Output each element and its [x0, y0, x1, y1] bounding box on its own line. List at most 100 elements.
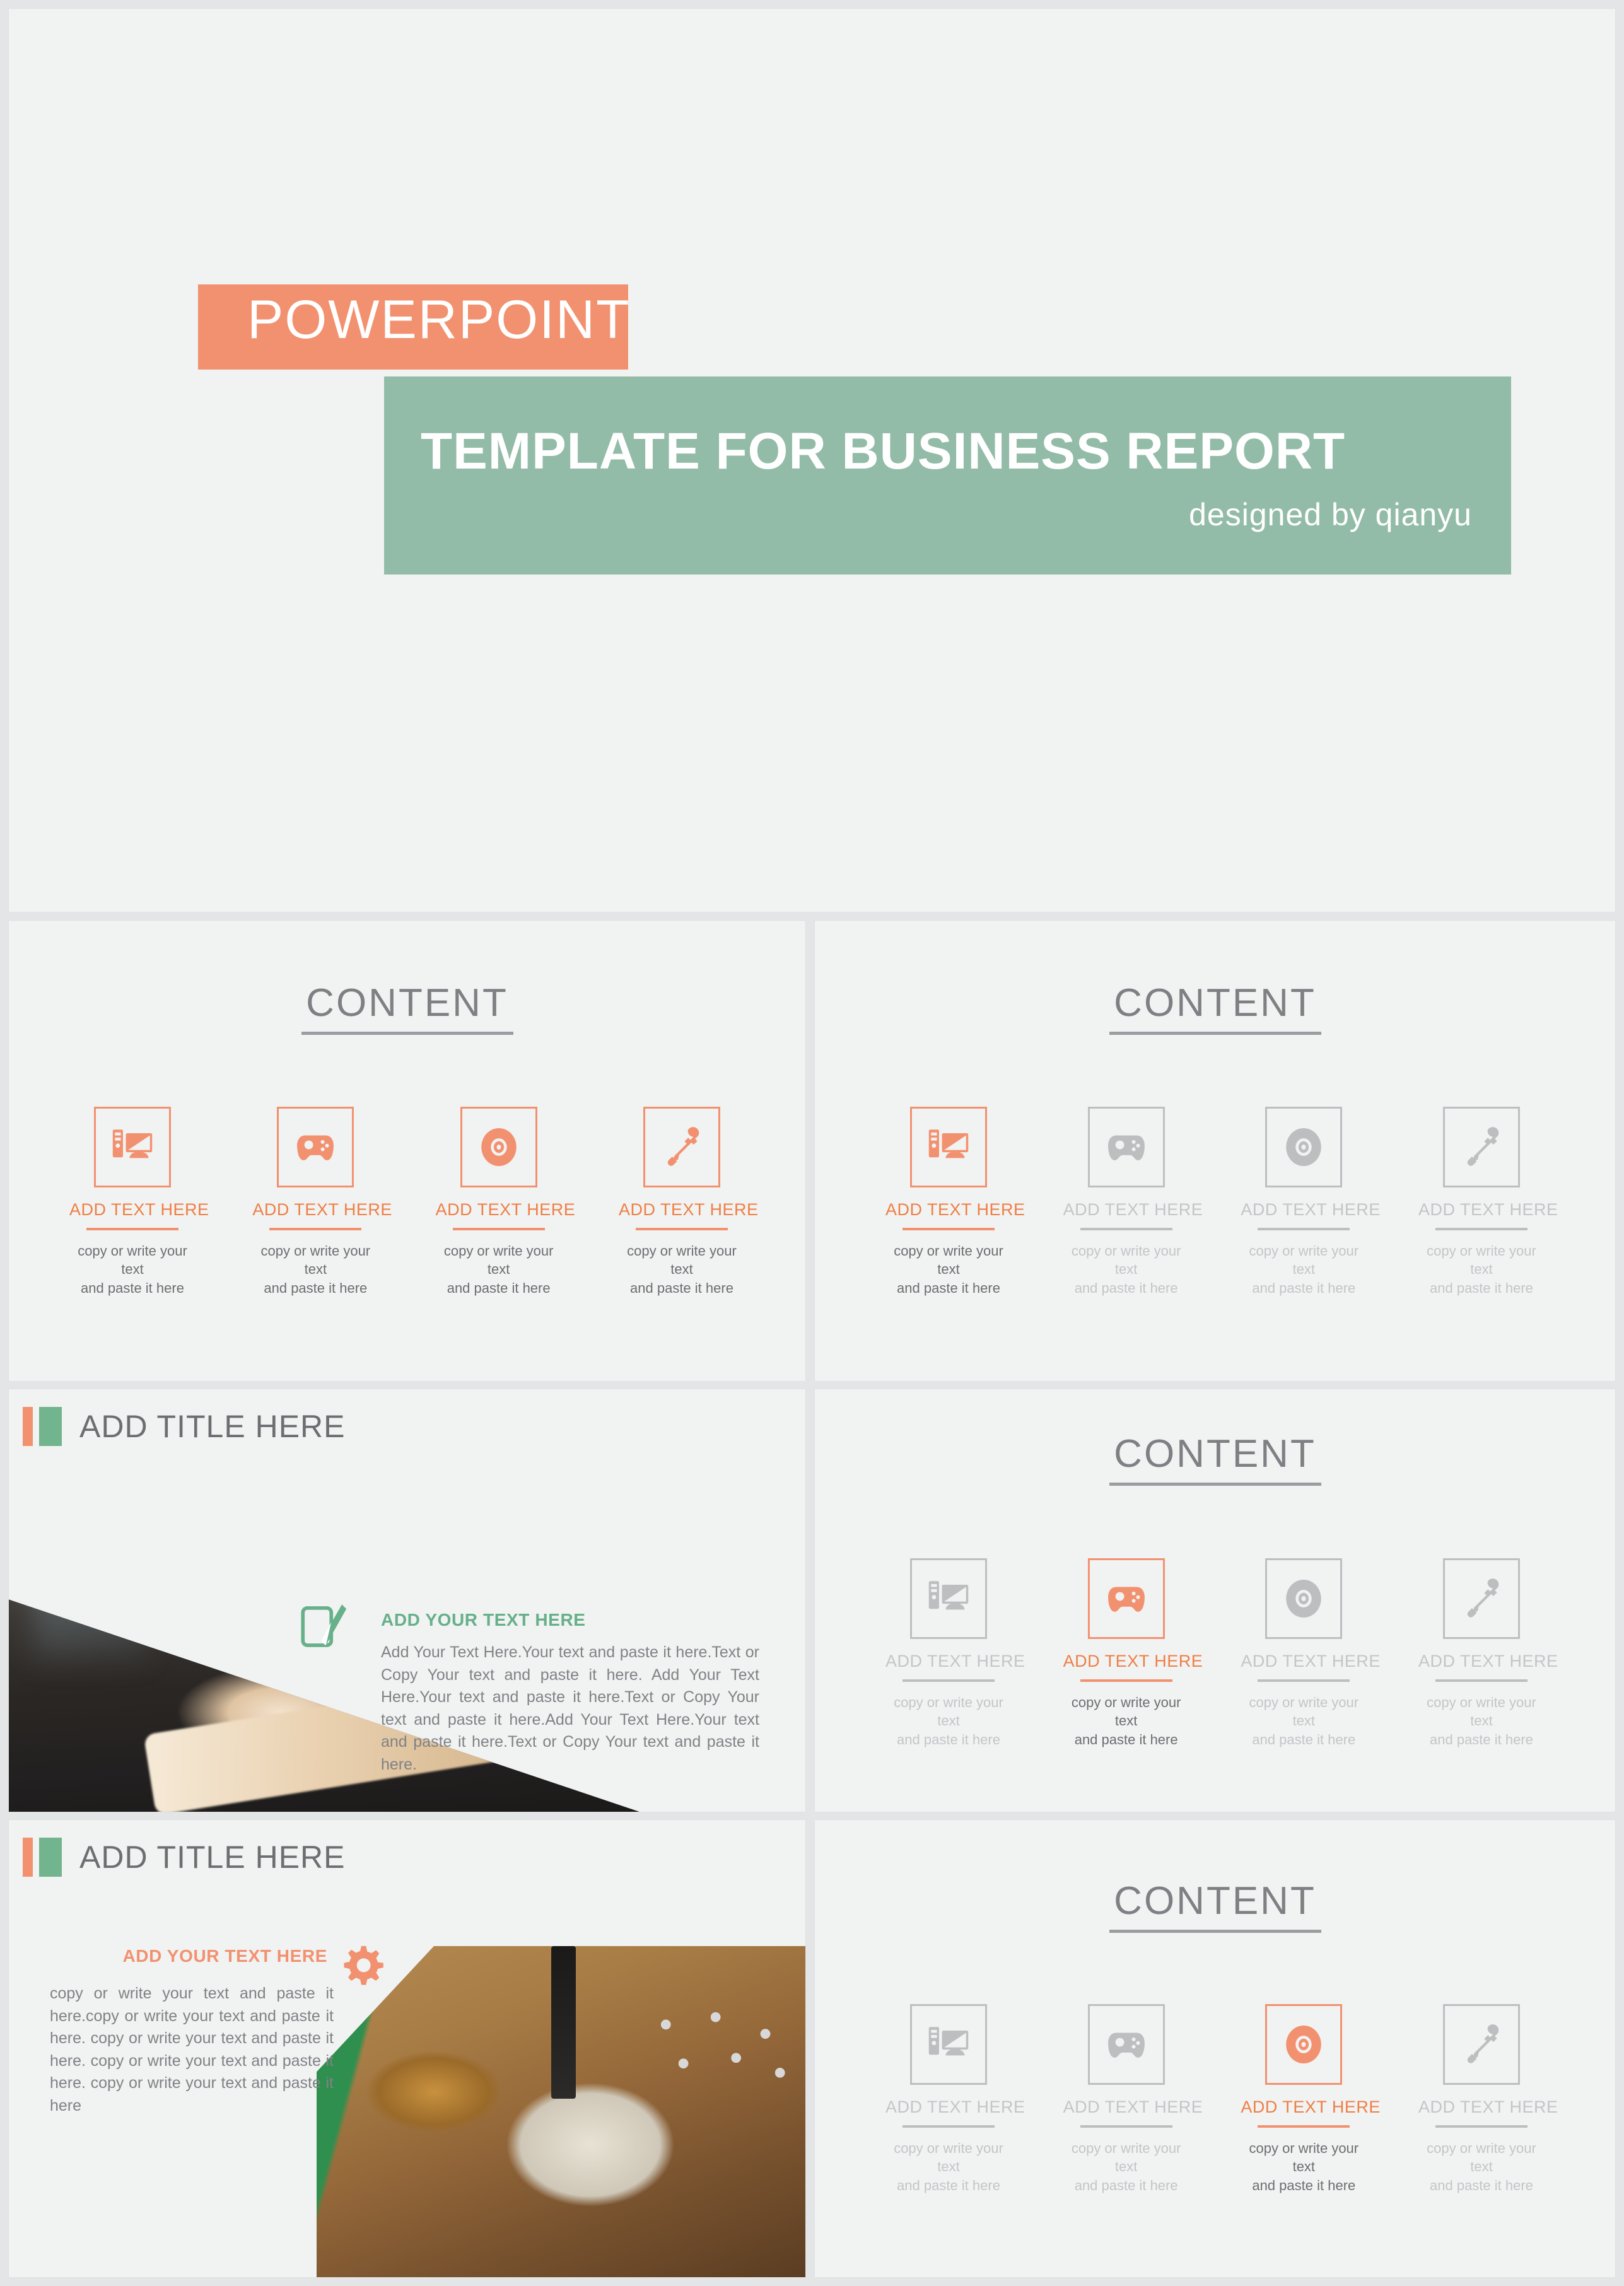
- card-disc[interactable]: ADD TEXT HERE copy or write your text an…: [1241, 2004, 1381, 2195]
- card-desc-line1: copy or write your text: [1249, 2140, 1359, 2175]
- text-block-body: copy or write your text and paste it her…: [50, 1985, 334, 2114]
- card-desc-line1: copy or write your text: [78, 1243, 187, 1278]
- text-block: ADD YOUR TEXT HERE Add Your Text Here.Yo…: [381, 1610, 759, 1776]
- slide-text-desk[interactable]: ADD TITLE HERE ADD YOUR TEXT HERE copy o…: [9, 1820, 805, 2277]
- card-desc-line1: copy or write your text: [1249, 1243, 1359, 1278]
- title-marker-orange: [23, 1407, 33, 1446]
- slide-title-row: ADD TITLE HERE: [23, 1407, 346, 1446]
- gamepad-icon: [1087, 2004, 1165, 2085]
- hero-eyebrow: POWERPOINT: [247, 289, 631, 350]
- hero-main-title: TEMPLATE FOR BUSINESS REPORT: [421, 423, 1346, 480]
- card-desc-line1: copy or write your text: [1427, 1694, 1536, 1729]
- slide-content-all-active[interactable]: CONTENT ADD TEXT HERE copy or write your…: [9, 921, 805, 1381]
- card-gamepad[interactable]: ADD TEXT HERE copy or write your text an…: [252, 1107, 392, 1297]
- card-desc-line1: copy or write your text: [1071, 2140, 1181, 2175]
- card-row: ADD TEXT HERE copy or write your text an…: [885, 1558, 1558, 1749]
- card-eyedropper[interactable]: ADD TEXT HERE copy or write your text an…: [1418, 1558, 1558, 1749]
- card-gamepad[interactable]: ADD TEXT HERE copy or write your text an…: [1063, 1558, 1203, 1749]
- slide-content-second-active[interactable]: CONTENT ADD TEXT HERE copy or write your…: [815, 1389, 1615, 1812]
- desktop-computer-icon: [94, 1107, 171, 1187]
- content-heading-text: CONTENT: [1114, 1432, 1316, 1476]
- card-underline: [1258, 2125, 1350, 2128]
- card-description: copy or write your text and paste it her…: [69, 1242, 196, 1297]
- card-underline: [1258, 1679, 1350, 1682]
- card-desc-line2: and paste it here: [1074, 2177, 1178, 2193]
- card-description: copy or write your text and paste it her…: [1063, 1693, 1189, 1749]
- title-marker-green: [39, 1838, 62, 1877]
- card-gamepad[interactable]: ADD TEXT HERE copy or write your text an…: [1063, 1107, 1203, 1297]
- text-block-heading: ADD YOUR TEXT HERE: [122, 1946, 327, 1966]
- content-heading-rule: [301, 1032, 513, 1035]
- card-desc-line2: and paste it here: [897, 2177, 1000, 2193]
- card-eyedropper[interactable]: ADD TEXT HERE copy or write your text an…: [1418, 2004, 1558, 2195]
- text-block: ADD YOUR TEXT HERE copy or write your te…: [50, 1946, 334, 2117]
- content-heading: CONTENT: [9, 984, 805, 1035]
- card-eyedropper[interactable]: ADD TEXT HERE copy or write your text an…: [618, 1107, 759, 1297]
- card-desktop[interactable]: ADD TEXT HERE copy or write your text an…: [885, 1558, 1025, 1749]
- card-label: ADD TEXT HERE: [885, 1652, 1025, 1671]
- card-underline: [635, 1228, 728, 1230]
- card-description: copy or write your text and paste it her…: [1063, 1242, 1189, 1297]
- card-desc-line2: and paste it here: [1252, 1731, 1356, 1747]
- title-marker-green: [39, 1407, 62, 1446]
- card-desc-line1: copy or write your text: [1427, 1243, 1536, 1278]
- card-desc-line1: copy or write your text: [894, 1694, 1003, 1729]
- card-underline: [1435, 2125, 1528, 2128]
- card-desc-line2: and paste it here: [1074, 1280, 1178, 1296]
- card-underline: [903, 1228, 995, 1230]
- slide-content-third-active[interactable]: CONTENT ADD TEXT HERE copy or write your…: [815, 1820, 1615, 2277]
- content-heading: CONTENT: [815, 1435, 1615, 1486]
- card-row: ADD TEXT HERE copy or write your text an…: [69, 1107, 759, 1297]
- card-description: copy or write your text and paste it her…: [1063, 2139, 1189, 2195]
- card-underline: [1258, 1228, 1350, 1230]
- card-description: copy or write your text and paste it her…: [885, 1242, 1012, 1297]
- hero-orange-band: POWERPOINT: [198, 284, 629, 370]
- card-description: copy or write your text and paste it her…: [885, 2139, 1012, 2195]
- card-desc-line1: copy or write your text: [627, 1243, 737, 1278]
- card-desc-line2: and paste it here: [1430, 1280, 1533, 1296]
- card-label: ADD TEXT HERE: [69, 1200, 209, 1219]
- card-desc-line1: copy or write your text: [443, 1243, 554, 1278]
- card-gamepad[interactable]: ADD TEXT HERE copy or write your text an…: [1063, 2004, 1203, 2195]
- card-underline: [269, 1228, 362, 1230]
- slide-title[interactable]: POWERPOINT TEMPLATE FOR BUSINESS REPORT …: [9, 9, 1615, 912]
- card-desktop[interactable]: ADD TEXT HERE copy or write your text an…: [885, 1107, 1025, 1297]
- card-label: ADD TEXT HERE: [1063, 1200, 1203, 1219]
- card-desktop[interactable]: ADD TEXT HERE copy or write your text an…: [885, 2004, 1025, 2195]
- slide-title-text: ADD TITLE HERE: [79, 1409, 346, 1444]
- card-desc-line2: and paste it here: [1252, 1280, 1356, 1296]
- card-desc-line1: copy or write your text: [894, 2140, 1003, 2175]
- card-label: ADD TEXT HERE: [1241, 1200, 1381, 1219]
- slide-text-phone[interactable]: ADD TITLE HERE ADD YOUR TEXT HERE Add Yo…: [9, 1389, 805, 1812]
- card-disc[interactable]: ADD TEXT HERE copy or write your text an…: [1241, 1107, 1381, 1297]
- content-heading-rule: [1109, 1483, 1321, 1486]
- content-heading-text: CONTENT: [1114, 1879, 1316, 1923]
- card-desc-line2: and paste it here: [897, 1731, 1000, 1747]
- card-disc[interactable]: ADD TEXT HERE copy or write your text an…: [436, 1107, 575, 1297]
- eyedropper-icon: [1442, 2004, 1520, 2085]
- gamepad-icon: [277, 1107, 354, 1187]
- card-eyedropper[interactable]: ADD TEXT HERE copy or write your text an…: [1418, 1107, 1558, 1297]
- card-desc-line1: copy or write your text: [894, 1243, 1003, 1278]
- card-label: ADD TEXT HERE: [1241, 2097, 1381, 2116]
- card-row: ADD TEXT HERE copy or write your text an…: [885, 2004, 1558, 2195]
- card-desc-line1: copy or write your text: [1427, 2140, 1536, 2175]
- note-pen-icon: [296, 1597, 353, 1654]
- eyedropper-icon: [643, 1107, 720, 1187]
- slide-title-text: ADD TITLE HERE: [79, 1840, 346, 1875]
- card-desktop[interactable]: ADD TEXT HERE copy or write your text an…: [69, 1107, 209, 1297]
- disc-icon: [1265, 2004, 1343, 2085]
- card-desc-line2: and paste it here: [897, 1280, 1000, 1296]
- disc-icon: [460, 1107, 537, 1187]
- content-heading-text: CONTENT: [1114, 981, 1316, 1025]
- card-underline: [452, 1228, 545, 1230]
- card-label: ADD TEXT HERE: [618, 1200, 759, 1219]
- disc-icon: [1265, 1558, 1343, 1639]
- card-description: copy or write your text and paste it her…: [619, 1242, 745, 1297]
- desk-photo: [317, 1946, 805, 2277]
- card-description: copy or write your text and paste it her…: [1241, 1693, 1367, 1749]
- gamepad-icon: [1087, 1558, 1165, 1639]
- slide-content-first-active[interactable]: CONTENT ADD TEXT HERE copy or write your…: [815, 921, 1615, 1381]
- card-disc[interactable]: ADD TEXT HERE copy or write your text an…: [1241, 1558, 1380, 1749]
- card-desc-line2: and paste it here: [630, 1280, 733, 1296]
